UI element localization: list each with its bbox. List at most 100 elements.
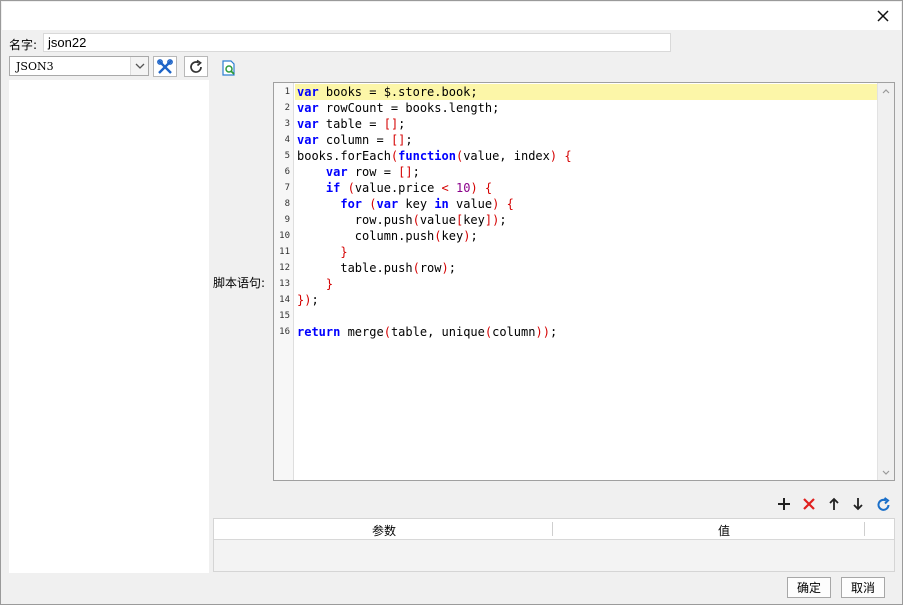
reload-icon [877, 496, 890, 511]
code-token: row [419, 261, 442, 275]
chevron-down-icon[interactable] [130, 57, 148, 75]
add-param-button[interactable] [775, 495, 793, 513]
delete-x-icon [803, 498, 815, 510]
line-number: 4 [284, 135, 290, 145]
code-line[interactable]: row.push(value[key]); [297, 212, 507, 228]
vertical-scrollbar[interactable] [877, 83, 894, 480]
close-icon[interactable] [875, 8, 891, 24]
line-number: 8 [284, 199, 290, 209]
column-divider [552, 522, 553, 536]
line-number: 13 [279, 279, 290, 289]
code-token: var [297, 133, 319, 147]
code-line[interactable]: var rowCount = books.length; [297, 100, 499, 116]
code-line[interactable]: }); [297, 292, 319, 308]
code-line[interactable]: books.forEach(function(value, index) { [297, 148, 572, 164]
code-token: table = [318, 117, 384, 131]
code-token: [] [390, 133, 406, 147]
code-token: if [325, 181, 341, 195]
code-token: ) [470, 181, 478, 195]
code-token: } [325, 277, 334, 291]
script-editor[interactable]: 1 2 3 4 5 6 7 8 9 10 11 12 13 14 15 16 var books = $.st… [273, 82, 895, 481]
line-number: 2 [284, 103, 290, 113]
cancel-button[interactable]: 取消 [841, 577, 885, 598]
code-token: key [463, 213, 485, 227]
code-line[interactable]: } [297, 244, 347, 260]
reset-params-button[interactable] [874, 495, 892, 513]
code-line[interactable]: return merge(table, unique(column)); [297, 324, 557, 340]
code-token: ) [441, 261, 449, 275]
title-bar [2, 2, 901, 30]
scroll-down-icon[interactable] [878, 464, 894, 480]
code-token: merge [340, 325, 384, 339]
line-number-gutter: 1 2 3 4 5 6 7 8 9 10 11 12 13 14 15 16 [274, 83, 294, 480]
line-number: 10 [279, 231, 290, 241]
code-line[interactable]: var row = []; [297, 164, 420, 180]
code-token: ; [405, 133, 413, 147]
column-header-value[interactable]: 值 [718, 522, 730, 539]
code-token: var [297, 85, 319, 99]
code-token: row = [347, 165, 399, 179]
line-number: 12 [279, 263, 290, 273]
line-number: 7 [284, 183, 290, 193]
move-up-button[interactable] [825, 495, 843, 513]
line-number: 14 [279, 295, 290, 305]
code-line[interactable]: var table = []; [297, 116, 405, 132]
code-token: ; [448, 261, 456, 275]
code-token: books.forEach [297, 149, 391, 163]
code-token: { [484, 181, 493, 195]
code-line[interactable]: var books = $.store.book; [297, 84, 478, 100]
code-line[interactable]: } [297, 276, 333, 292]
preview-button[interactable] [219, 58, 239, 78]
datasource-select-value: JSON3 [16, 60, 54, 73]
code-token: value [419, 213, 456, 227]
code-token: var [297, 101, 319, 115]
code-token: 10 [456, 181, 471, 195]
code-area[interactable]: var books = $.store.book; var rowCount = … [295, 83, 877, 480]
edit-datasource-button[interactable] [153, 56, 177, 77]
arrow-down-icon [853, 498, 863, 511]
delete-param-button[interactable] [800, 495, 818, 513]
code-token: [] [398, 165, 413, 179]
code-line[interactable]: table.push(row); [297, 260, 456, 276]
line-number: 15 [279, 311, 290, 321]
code-line[interactable]: for (var key in value) { [297, 196, 513, 212]
name-label: 名字: [9, 38, 38, 52]
code-token: ; [398, 117, 406, 131]
code-token: return [297, 325, 341, 339]
code-token: column.push [297, 229, 435, 243]
column-header-param[interactable]: 参数 [372, 522, 396, 539]
move-down-button[interactable] [849, 495, 867, 513]
code-line[interactable]: column.push(key); [297, 228, 478, 244]
ok-button[interactable]: 确定 [787, 577, 831, 598]
column-divider [864, 522, 865, 536]
data-set-dialog: 名字: json22 JSON3 脚本语句: 1 2 3 4 5 6 7 8 9 10 11 12 [0, 0, 903, 605]
line-number: 11 [279, 247, 290, 257]
wrench-scissors-icon [157, 58, 173, 74]
code-token: < [441, 181, 449, 195]
preview-icon [222, 59, 235, 76]
datasource-list-panel[interactable] [9, 80, 209, 573]
code-token: var [376, 197, 399, 211]
code-token: var [325, 165, 348, 179]
name-input[interactable]: json22 [43, 33, 671, 52]
code-token: value.price [354, 181, 442, 195]
code-line[interactable]: if (value.price < 10) { [297, 180, 492, 196]
code-token: key [441, 229, 464, 243]
code-token: ( [347, 181, 355, 195]
plus-icon [778, 498, 790, 510]
code-token: books = $.store.book; [318, 85, 478, 99]
params-table[interactable]: 参数 值 [213, 518, 895, 572]
refresh-button[interactable] [184, 56, 208, 77]
code-line[interactable]: var column = []; [297, 132, 413, 148]
code-token: ; [499, 213, 507, 227]
scroll-up-icon[interactable] [878, 83, 894, 99]
datasource-select[interactable]: JSON3 [9, 56, 149, 76]
code-token: [] [383, 117, 399, 131]
